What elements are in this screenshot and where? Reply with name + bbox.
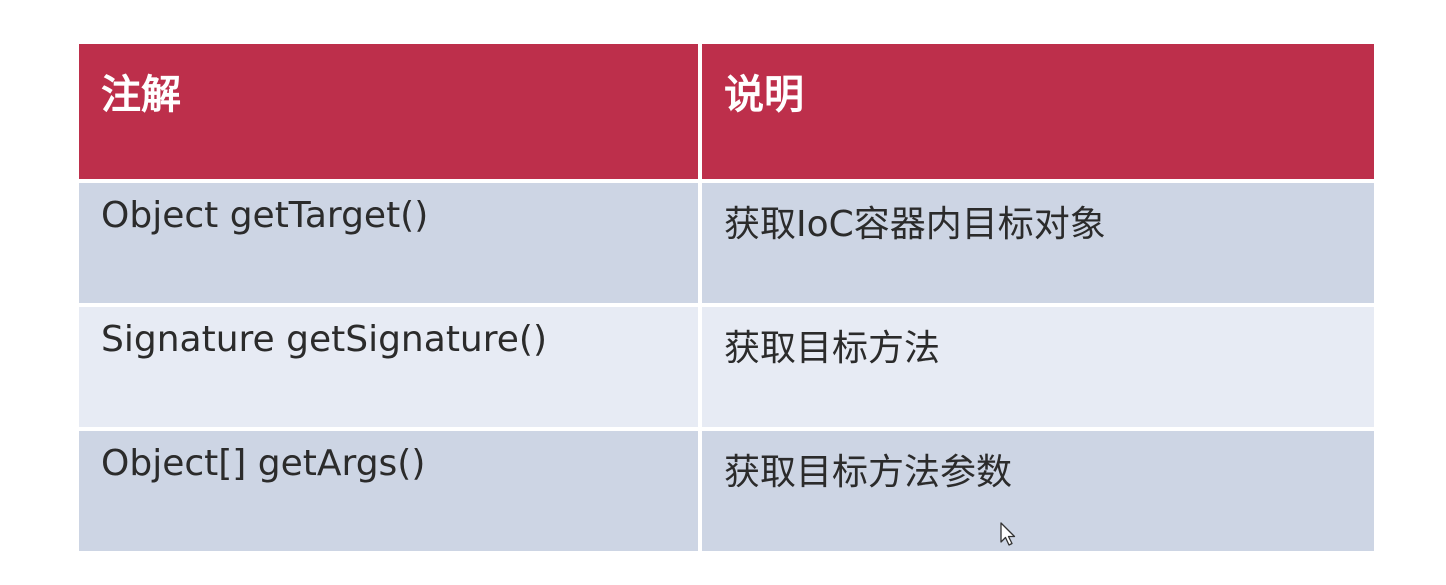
header-description: 说明 — [702, 44, 1374, 179]
cell-method: Signature getSignature() — [79, 307, 698, 427]
annotation-table: 注解 说明 Object getTarget() 获取IoC容器内目标对象 Si… — [79, 44, 1374, 551]
mouse-pointer-icon — [1000, 522, 1016, 546]
cell-method: Object[] getArgs() — [79, 431, 698, 551]
header-annotation: 注解 — [79, 44, 698, 179]
cell-method: Object getTarget() — [79, 183, 698, 303]
cell-description: 获取目标方法参数 — [702, 431, 1374, 551]
cell-description: 获取目标方法 — [702, 307, 1374, 427]
table-row: Object getTarget() 获取IoC容器内目标对象 — [79, 183, 1374, 303]
table-row: Object[] getArgs() 获取目标方法参数 — [79, 431, 1374, 551]
table-header-row: 注解 说明 — [79, 44, 1374, 179]
cell-description: 获取IoC容器内目标对象 — [702, 183, 1374, 303]
table-row: Signature getSignature() 获取目标方法 — [79, 307, 1374, 427]
